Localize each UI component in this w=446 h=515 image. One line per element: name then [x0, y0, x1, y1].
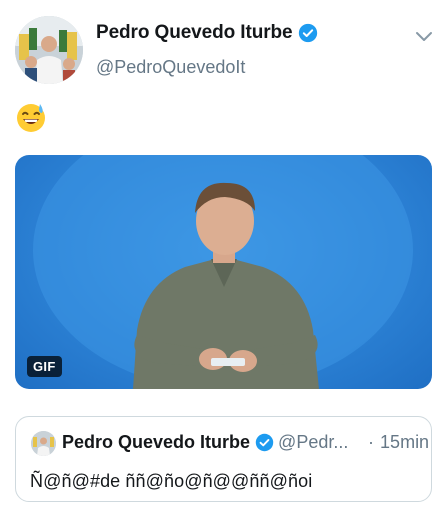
quoted-header: Pedro Quevedo Iturbe @Pedr... · 15min	[62, 432, 429, 453]
gif-badge: GIF	[27, 356, 62, 377]
gif-media[interactable]: GIF	[15, 155, 432, 389]
author-avatar[interactable]	[15, 16, 83, 84]
author-display-name[interactable]: Pedro Quevedo Iturbe	[96, 22, 293, 44]
author-name-row[interactable]: Pedro Quevedo Iturbe	[96, 22, 318, 44]
author-handle[interactable]: @PedroQuevedoIt	[96, 57, 245, 78]
quoted-timestamp[interactable]: 15min	[380, 432, 429, 453]
quoted-display-name[interactable]: Pedro Quevedo Iturbe	[62, 432, 250, 453]
chevron-down-icon[interactable]	[412, 24, 436, 48]
separator-dot: ·	[368, 432, 375, 452]
quoted-handle[interactable]: @Pedr...	[278, 432, 356, 453]
verified-badge-icon	[298, 23, 318, 43]
verified-badge-icon	[255, 433, 274, 452]
tweet-card: Pedro Quevedo Iturbe @PedroQuevedoIt GIF…	[0, 0, 446, 515]
tweet-text-emoji	[15, 101, 47, 133]
quoted-author-avatar[interactable]	[31, 431, 56, 456]
quoted-text: Ñ@ñ@#de ññ@ño@ñ@@ññ@ñoi	[30, 471, 313, 491]
quoted-tweet[interactable]: Pedro Quevedo Iturbe @Pedr... · 15min Ñ@…	[15, 416, 432, 502]
